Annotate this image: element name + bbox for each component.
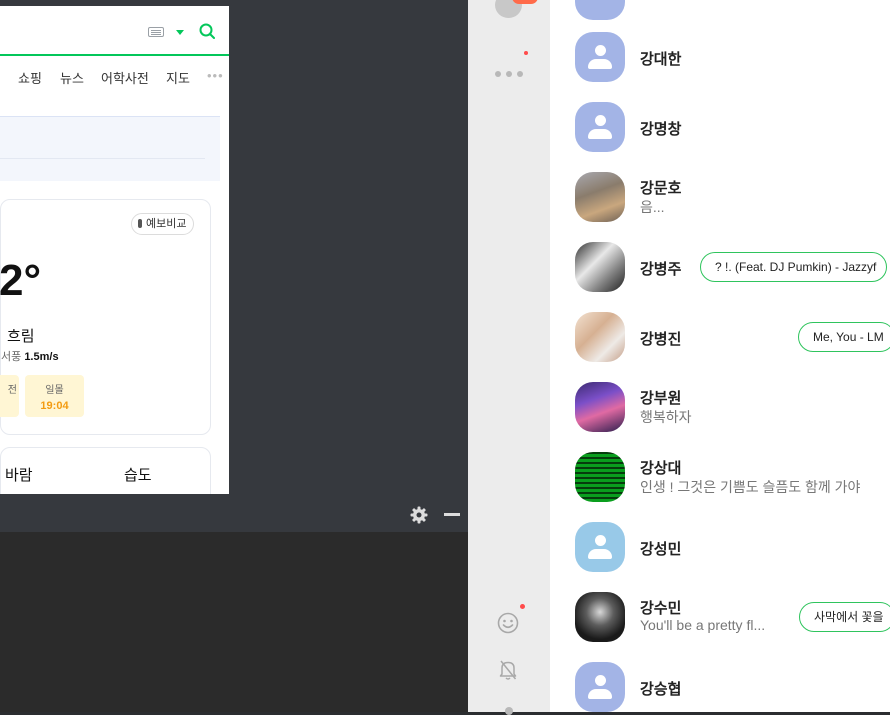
friend-name: 강상대 xyxy=(640,460,682,477)
wind-direction: 서풍 xyxy=(1,351,22,363)
current-temperature: 2° xyxy=(0,256,42,305)
sun-info-partial: 전 xyxy=(0,375,19,417)
divider xyxy=(0,158,205,159)
weather-condition: 흐림 xyxy=(7,328,35,345)
friend-status: 행복하자 xyxy=(640,409,692,425)
search-bar[interactable] xyxy=(0,6,229,56)
weather-detail-card: 바람 습도 xyxy=(0,447,211,494)
friend-row[interactable]: 강문호 음... xyxy=(550,164,890,230)
gear-icon[interactable] xyxy=(409,505,429,525)
friend-status: You'll be a pretty fl... xyxy=(640,617,766,633)
bell-off-icon[interactable] xyxy=(498,659,518,681)
friend-row[interactable]: 강명창 xyxy=(550,94,890,160)
wind-header[interactable]: 바람 xyxy=(5,464,33,485)
avatar[interactable] xyxy=(575,172,625,222)
friend-name: 강문호 xyxy=(640,180,682,197)
friend-row[interactable]: 강수민 You'll be a pretty fl... 사막에서 꽃을 xyxy=(550,584,890,650)
avatar[interactable] xyxy=(575,102,625,152)
panel-body xyxy=(0,532,468,712)
friends-list: 강대한 강명창 강문호 음... 강병주 ? !. (Feat. DJ Pumk… xyxy=(550,0,890,712)
forecast-compare-button[interactable]: 예보비교 xyxy=(131,213,195,235)
friend-name: 강대한 xyxy=(640,51,682,68)
friend-row[interactable]: 강병주 ? !. (Feat. DJ Pumkin) - Jazzyf xyxy=(550,234,890,300)
avatar[interactable] xyxy=(575,382,625,432)
forecast-compare-label: 예보비교 xyxy=(146,218,187,230)
weather-card: 예보비교 2° 흐림 서풍 1.5m/s 전 일몰 19:04 xyxy=(0,199,211,435)
search-icon[interactable] xyxy=(199,23,215,39)
nav-tab-news[interactable]: 뉴스 xyxy=(60,68,84,87)
messenger-sidebar xyxy=(468,0,550,715)
friend-row[interactable]: 강대한 xyxy=(550,24,890,90)
sunset-box: 일몰 19:04 xyxy=(25,375,84,417)
friend-name: 강명창 xyxy=(640,121,682,138)
friend-row[interactable]: 강병진 Me, You - LM xyxy=(550,304,890,370)
notification-dot xyxy=(520,604,525,609)
friend-row[interactable]: 강상대 인생 ! 그것은 기쁨도 슬픔도 함께 가야 xyxy=(550,444,890,510)
partial-label: 전 xyxy=(7,385,17,396)
menu-icon[interactable] xyxy=(505,707,513,715)
avatar[interactable] xyxy=(575,522,625,572)
friend-name: 강수민 xyxy=(640,600,682,617)
avatar[interactable] xyxy=(575,312,625,362)
avatar[interactable] xyxy=(575,32,625,82)
nav-tabs: 쇼핑 뉴스 어학사전 지도 ••• xyxy=(0,62,229,92)
avatar[interactable] xyxy=(575,0,625,20)
humidity-header[interactable]: 습도 xyxy=(124,464,152,485)
emoticon-icon[interactable] xyxy=(497,612,519,634)
nav-more-icon[interactable]: ••• xyxy=(207,68,224,83)
minimize-icon[interactable] xyxy=(444,513,460,516)
wind-info: 서풍 1.5m/s xyxy=(1,348,59,364)
music-status-pill[interactable]: ? !. (Feat. DJ Pumkin) - Jazzyf xyxy=(700,252,888,282)
music-status-pill[interactable]: Me, You - LM xyxy=(798,322,890,352)
nav-tab-shopping[interactable]: 쇼핑 xyxy=(18,68,42,87)
friend-name: 강성민 xyxy=(640,541,682,558)
keyboard-icon[interactable] xyxy=(148,27,164,37)
friend-row[interactable]: 강성민 xyxy=(550,514,890,580)
friend-name: 강병주 xyxy=(640,261,682,278)
unread-badge xyxy=(512,0,538,4)
friend-name: 강부원 xyxy=(640,390,682,407)
avatar[interactable] xyxy=(575,662,625,712)
friend-row[interactable]: 강부원 행복하자 xyxy=(550,374,890,440)
info-panel xyxy=(0,117,220,181)
avatar[interactable] xyxy=(575,452,625,502)
more-icon[interactable] xyxy=(495,71,523,77)
nav-tab-dictionary[interactable]: 어학사전 xyxy=(101,68,149,87)
friend-status: 인생 ! 그것은 기쁨도 슬픔도 함께 가야 xyxy=(640,479,861,495)
music-status-pill[interactable]: 사막에서 꽃을 xyxy=(799,602,890,632)
wind-speed: 1.5m/s xyxy=(24,351,59,363)
avatar[interactable] xyxy=(575,242,625,292)
notification-dot xyxy=(524,51,528,55)
browser-window: 쇼핑 뉴스 어학사전 지도 ••• 예보비교 2° 흐림 서풍 1.5m/s 전… xyxy=(0,6,229,494)
panel-titlebar xyxy=(0,498,468,532)
dropdown-caret-icon[interactable] xyxy=(176,30,184,35)
nav-tab-map[interactable]: 지도 xyxy=(166,68,190,87)
friend-name: 강병진 xyxy=(640,331,682,348)
friend-name: 강승협 xyxy=(640,681,682,698)
thermometer-icon xyxy=(138,219,142,228)
sunset-time: 19:04 xyxy=(40,400,69,412)
friend-status: 음... xyxy=(640,199,665,215)
friend-row[interactable]: 강승협 xyxy=(550,654,890,712)
sunset-label: 일몰 xyxy=(45,385,64,396)
avatar[interactable] xyxy=(575,592,625,642)
